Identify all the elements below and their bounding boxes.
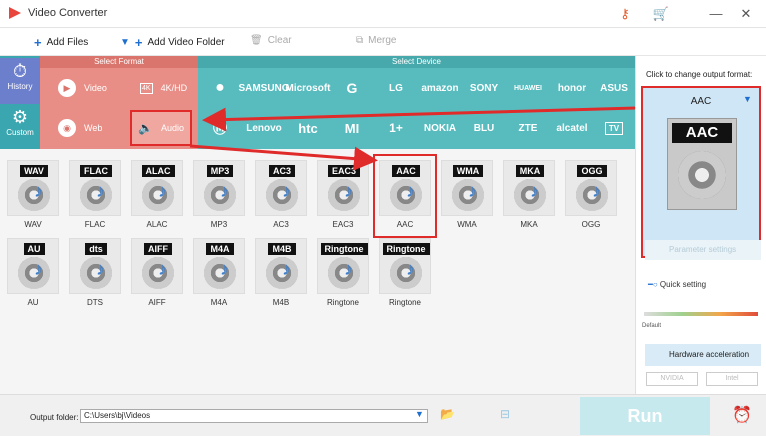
chevron-down-icon: ▼ — [743, 94, 752, 104]
arrow-to-aac — [189, 144, 378, 171]
parameter-settings-button[interactable]: Parameter settings — [645, 240, 761, 260]
aac-icon-label: AAC — [672, 123, 732, 143]
nvidia-option[interactable]: NVIDIA — [646, 372, 698, 386]
quality-slider[interactable] — [644, 312, 758, 316]
output-format-name: AAC — [690, 96, 712, 107]
aac-format-icon: AAC — [667, 118, 737, 210]
output-hint: Click to change output format: — [646, 70, 753, 79]
output-format-selector[interactable]: AAC ▼ AAC — [641, 86, 761, 258]
intel-option[interactable]: Intel — [706, 372, 758, 386]
merge-output-icon[interactable]: ⊟ — [500, 407, 510, 421]
quick-setting-label: Quick setting — [659, 280, 707, 289]
output-panel: Click to change output format: AAC ▼ AAC… — [635, 56, 766, 394]
output-path-value: C:\Users\bj\Videos — [84, 411, 151, 420]
run-button[interactable]: Run — [580, 397, 710, 435]
output-folder-label: Output folder: — [30, 413, 79, 422]
disc-icon — [678, 151, 726, 199]
open-folder-icon[interactable]: 📂 — [440, 407, 455, 421]
slider-default-label: Default — [642, 323, 662, 329]
output-folder-input[interactable]: C:\Users\bj\Videos — [80, 409, 428, 423]
quick-setting: ━○ Quick setting — [648, 280, 706, 289]
alarm-icon[interactable]: ⏰ — [732, 405, 752, 425]
hw-accel-label: Hardware acceleration — [669, 350, 750, 359]
hardware-acceleration-button[interactable]: Hardware acceleration — [645, 344, 761, 366]
arrow-to-audio — [202, 106, 639, 132]
folder-dropdown-icon[interactable]: ▼ — [415, 409, 424, 419]
slider-icon: ━○ — [648, 280, 658, 289]
parameter-settings-label: Parameter settings — [669, 245, 737, 254]
